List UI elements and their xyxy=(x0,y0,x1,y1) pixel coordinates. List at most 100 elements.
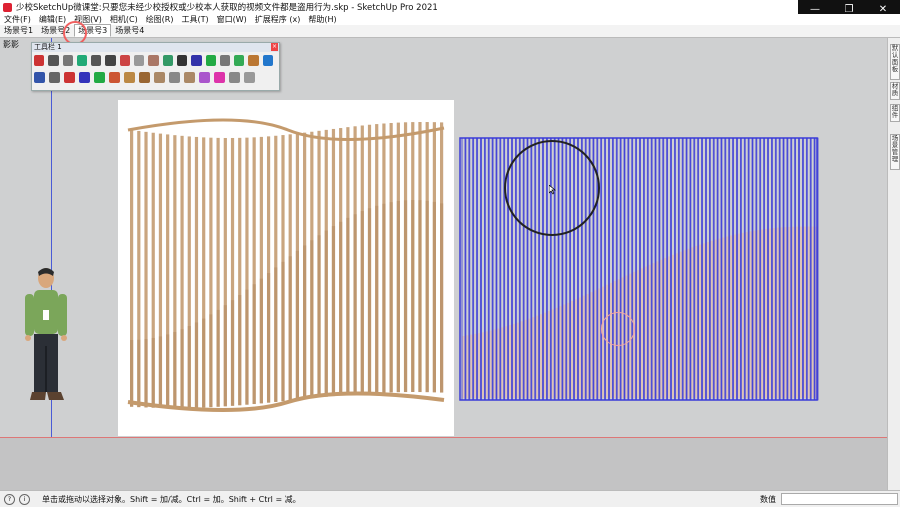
measurements-input[interactable] xyxy=(781,493,898,505)
model-slat-material xyxy=(582,295,586,398)
model-slat-material xyxy=(601,286,605,398)
scale-figure xyxy=(25,268,67,400)
layers-icon[interactable] xyxy=(34,72,45,83)
window-title: 少校SketchUp微课堂:只要您未经少校授权或少校本人获取的视频文件都是盗用行… xyxy=(16,3,438,13)
model-slat-material xyxy=(710,240,714,398)
select-icon[interactable] xyxy=(34,55,45,66)
grid-icon[interactable] xyxy=(124,72,135,83)
click-indicator xyxy=(601,312,635,346)
model-slat-material xyxy=(791,226,795,398)
tag-icon[interactable] xyxy=(229,72,240,83)
rect-icon[interactable] xyxy=(91,55,102,66)
photo-slat-shade xyxy=(425,200,429,393)
info-icon[interactable]: ? xyxy=(4,493,15,505)
photo-slat-shade xyxy=(158,336,163,408)
model-slat-material xyxy=(725,236,729,398)
photo-slat-shade xyxy=(151,337,155,408)
menu-help[interactable]: 帮助(H) xyxy=(304,14,340,25)
material-icon[interactable] xyxy=(199,72,210,83)
flip-icon[interactable] xyxy=(139,72,150,83)
scene-tab-1[interactable]: 场景号1 xyxy=(0,24,37,37)
arc-icon[interactable] xyxy=(48,55,59,66)
scene-tab-bar: 场景号1 场景号2 场景号3 场景号4 xyxy=(0,24,900,38)
move-icon[interactable] xyxy=(162,55,173,66)
photo-slat-shade xyxy=(331,226,336,397)
follow-me-icon[interactable] xyxy=(119,55,131,66)
model-slat-material xyxy=(586,293,590,398)
stamp-icon[interactable] xyxy=(94,72,105,83)
photo-slat-shade xyxy=(223,305,227,407)
photo-slat-shade xyxy=(245,289,249,405)
photo-slat-shade xyxy=(187,326,191,408)
model-slat-material xyxy=(714,239,718,398)
tape-icon[interactable] xyxy=(191,55,202,66)
photo-slat-shade xyxy=(281,261,285,402)
photo-slat-shade xyxy=(295,250,300,400)
tray-tab-scenes[interactable]: 场景管理 xyxy=(890,134,900,170)
tray-tab-materials[interactable]: 材质 xyxy=(890,82,900,100)
toolbar-header[interactable]: 工具栏 1 × xyxy=(32,43,279,52)
component-icon[interactable] xyxy=(49,72,60,83)
model-slat-material xyxy=(465,335,469,398)
reference-image[interactable] xyxy=(118,100,454,436)
measurements-label: 数值 xyxy=(760,494,776,504)
push-pull-icon[interactable] xyxy=(148,55,159,66)
model-slat-material xyxy=(768,228,772,398)
photo-slat-shade xyxy=(180,329,184,408)
model-slat-material xyxy=(803,226,807,398)
model-slat-material xyxy=(764,228,768,398)
photo-slat-shade xyxy=(266,273,271,403)
paint-icon[interactable] xyxy=(214,72,225,83)
model-slat-material xyxy=(489,330,493,398)
photo-slat-shade xyxy=(375,205,379,393)
scale-icon[interactable] xyxy=(62,55,73,66)
eraser-icon[interactable] xyxy=(105,55,116,66)
walk-icon[interactable] xyxy=(248,55,259,66)
soften-icon[interactable] xyxy=(184,72,195,83)
menu-tools[interactable]: 工具(T) xyxy=(178,14,213,25)
offset-icon[interactable] xyxy=(134,55,145,66)
model-slat-material xyxy=(578,297,582,398)
tray-tab-default[interactable]: 默认面板 xyxy=(890,44,900,80)
text-icon[interactable] xyxy=(176,55,188,66)
photo-slat-shade xyxy=(339,221,343,396)
curve-icon[interactable] xyxy=(64,72,75,83)
photo-slat-shade xyxy=(418,200,422,393)
status-bar: ? i 单击或拖动以选择对象。Shift = 加/减。Ctrl = 加。Shif… xyxy=(0,490,900,507)
photo-slat-shade xyxy=(230,300,235,406)
folder-icon[interactable] xyxy=(244,72,255,83)
model-slat-material xyxy=(756,230,760,398)
menu-window[interactable]: 窗口(W) xyxy=(213,14,251,25)
protractor-icon[interactable] xyxy=(205,55,216,66)
model-slat-material xyxy=(593,290,597,398)
tray-tab-components[interactable]: 组件 xyxy=(890,104,900,122)
user-icon[interactable]: i xyxy=(19,493,30,505)
bend-icon[interactable] xyxy=(169,72,180,83)
photo-slat-shade xyxy=(310,240,314,399)
model-slat-material xyxy=(524,319,528,398)
toolbar-close-button[interactable]: × xyxy=(271,43,278,51)
sandbox-drape-icon[interactable] xyxy=(79,72,90,83)
scene-tab-4[interactable]: 场景号4 xyxy=(111,24,148,37)
model-slat-material xyxy=(640,268,644,398)
model-slat-material xyxy=(531,317,535,398)
look-icon[interactable] xyxy=(262,55,274,66)
menu-extensions[interactable]: 扩展程序 (x) xyxy=(251,14,305,25)
default-tray: 默认面板 材质 组件 场景管理 xyxy=(887,38,900,490)
model-slat-material xyxy=(473,333,477,398)
model-slat-material xyxy=(671,254,675,398)
from-contours-icon[interactable] xyxy=(154,72,165,83)
model-slat-material xyxy=(636,270,640,398)
modeling-viewport[interactable]: 影影 xyxy=(0,38,887,490)
model-slat-material xyxy=(562,304,566,398)
smoove-icon[interactable] xyxy=(109,72,120,83)
model-slat-material xyxy=(539,314,543,398)
rotate-icon[interactable] xyxy=(76,55,88,66)
model-slat-material xyxy=(686,248,690,398)
model-slat-material xyxy=(741,232,745,398)
orbit-icon[interactable] xyxy=(234,55,245,66)
floating-toolbar[interactable]: 工具栏 1 × xyxy=(31,42,280,91)
section-icon[interactable] xyxy=(219,55,231,66)
photo-slat-shade xyxy=(252,284,256,405)
model-slat-material xyxy=(558,306,562,398)
